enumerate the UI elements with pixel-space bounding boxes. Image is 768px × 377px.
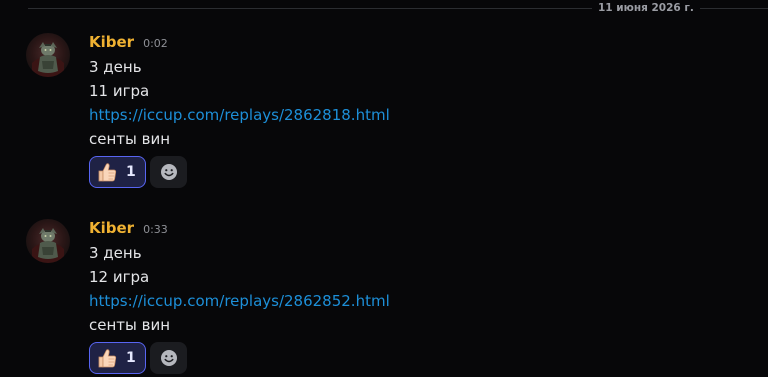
- smile-icon: [160, 164, 177, 180]
- thumbs-up-icon: [96, 161, 118, 183]
- replay-link[interactable]: https://iccup.com/replays/2862852.html: [89, 289, 390, 313]
- message-line: 11 игра: [89, 82, 150, 100]
- thumbs-up-icon: [96, 347, 118, 369]
- timestamp[interactable]: 0:33: [143, 223, 168, 236]
- reaction-count: 1: [126, 164, 136, 180]
- smile-icon: [160, 350, 177, 366]
- reactions-bar: 1: [89, 156, 187, 188]
- reaction-thumbs-up[interactable]: 1: [89, 342, 146, 374]
- message-line: 12 игра: [89, 268, 150, 286]
- reaction-count: 1: [126, 350, 136, 366]
- add-reaction-button[interactable]: [150, 156, 187, 188]
- avatar[interactable]: [26, 33, 70, 77]
- avatar[interactable]: [26, 219, 70, 263]
- author-name[interactable]: Kiber: [89, 219, 134, 237]
- message-header: Kiber 0:02: [89, 33, 168, 53]
- message-line: 3 день: [89, 58, 142, 76]
- message-header: Kiber 0:33: [89, 219, 168, 239]
- reaction-thumbs-up[interactable]: 1: [89, 156, 146, 188]
- replay-link[interactable]: https://iccup.com/replays/2862818.html: [89, 103, 390, 127]
- avatar-image: [26, 33, 70, 77]
- add-reaction-button[interactable]: [150, 342, 187, 374]
- timestamp[interactable]: 0:02: [143, 37, 168, 50]
- date-divider-label: 11 июня 2026 г.: [592, 1, 700, 15]
- author-name[interactable]: Kiber: [89, 33, 134, 51]
- message-line: 3 день: [89, 244, 142, 262]
- message-line: сенты вин: [89, 316, 171, 334]
- message-line: сенты вин: [89, 130, 171, 148]
- reactions-bar: 1: [89, 342, 187, 374]
- avatar-image: [26, 219, 70, 263]
